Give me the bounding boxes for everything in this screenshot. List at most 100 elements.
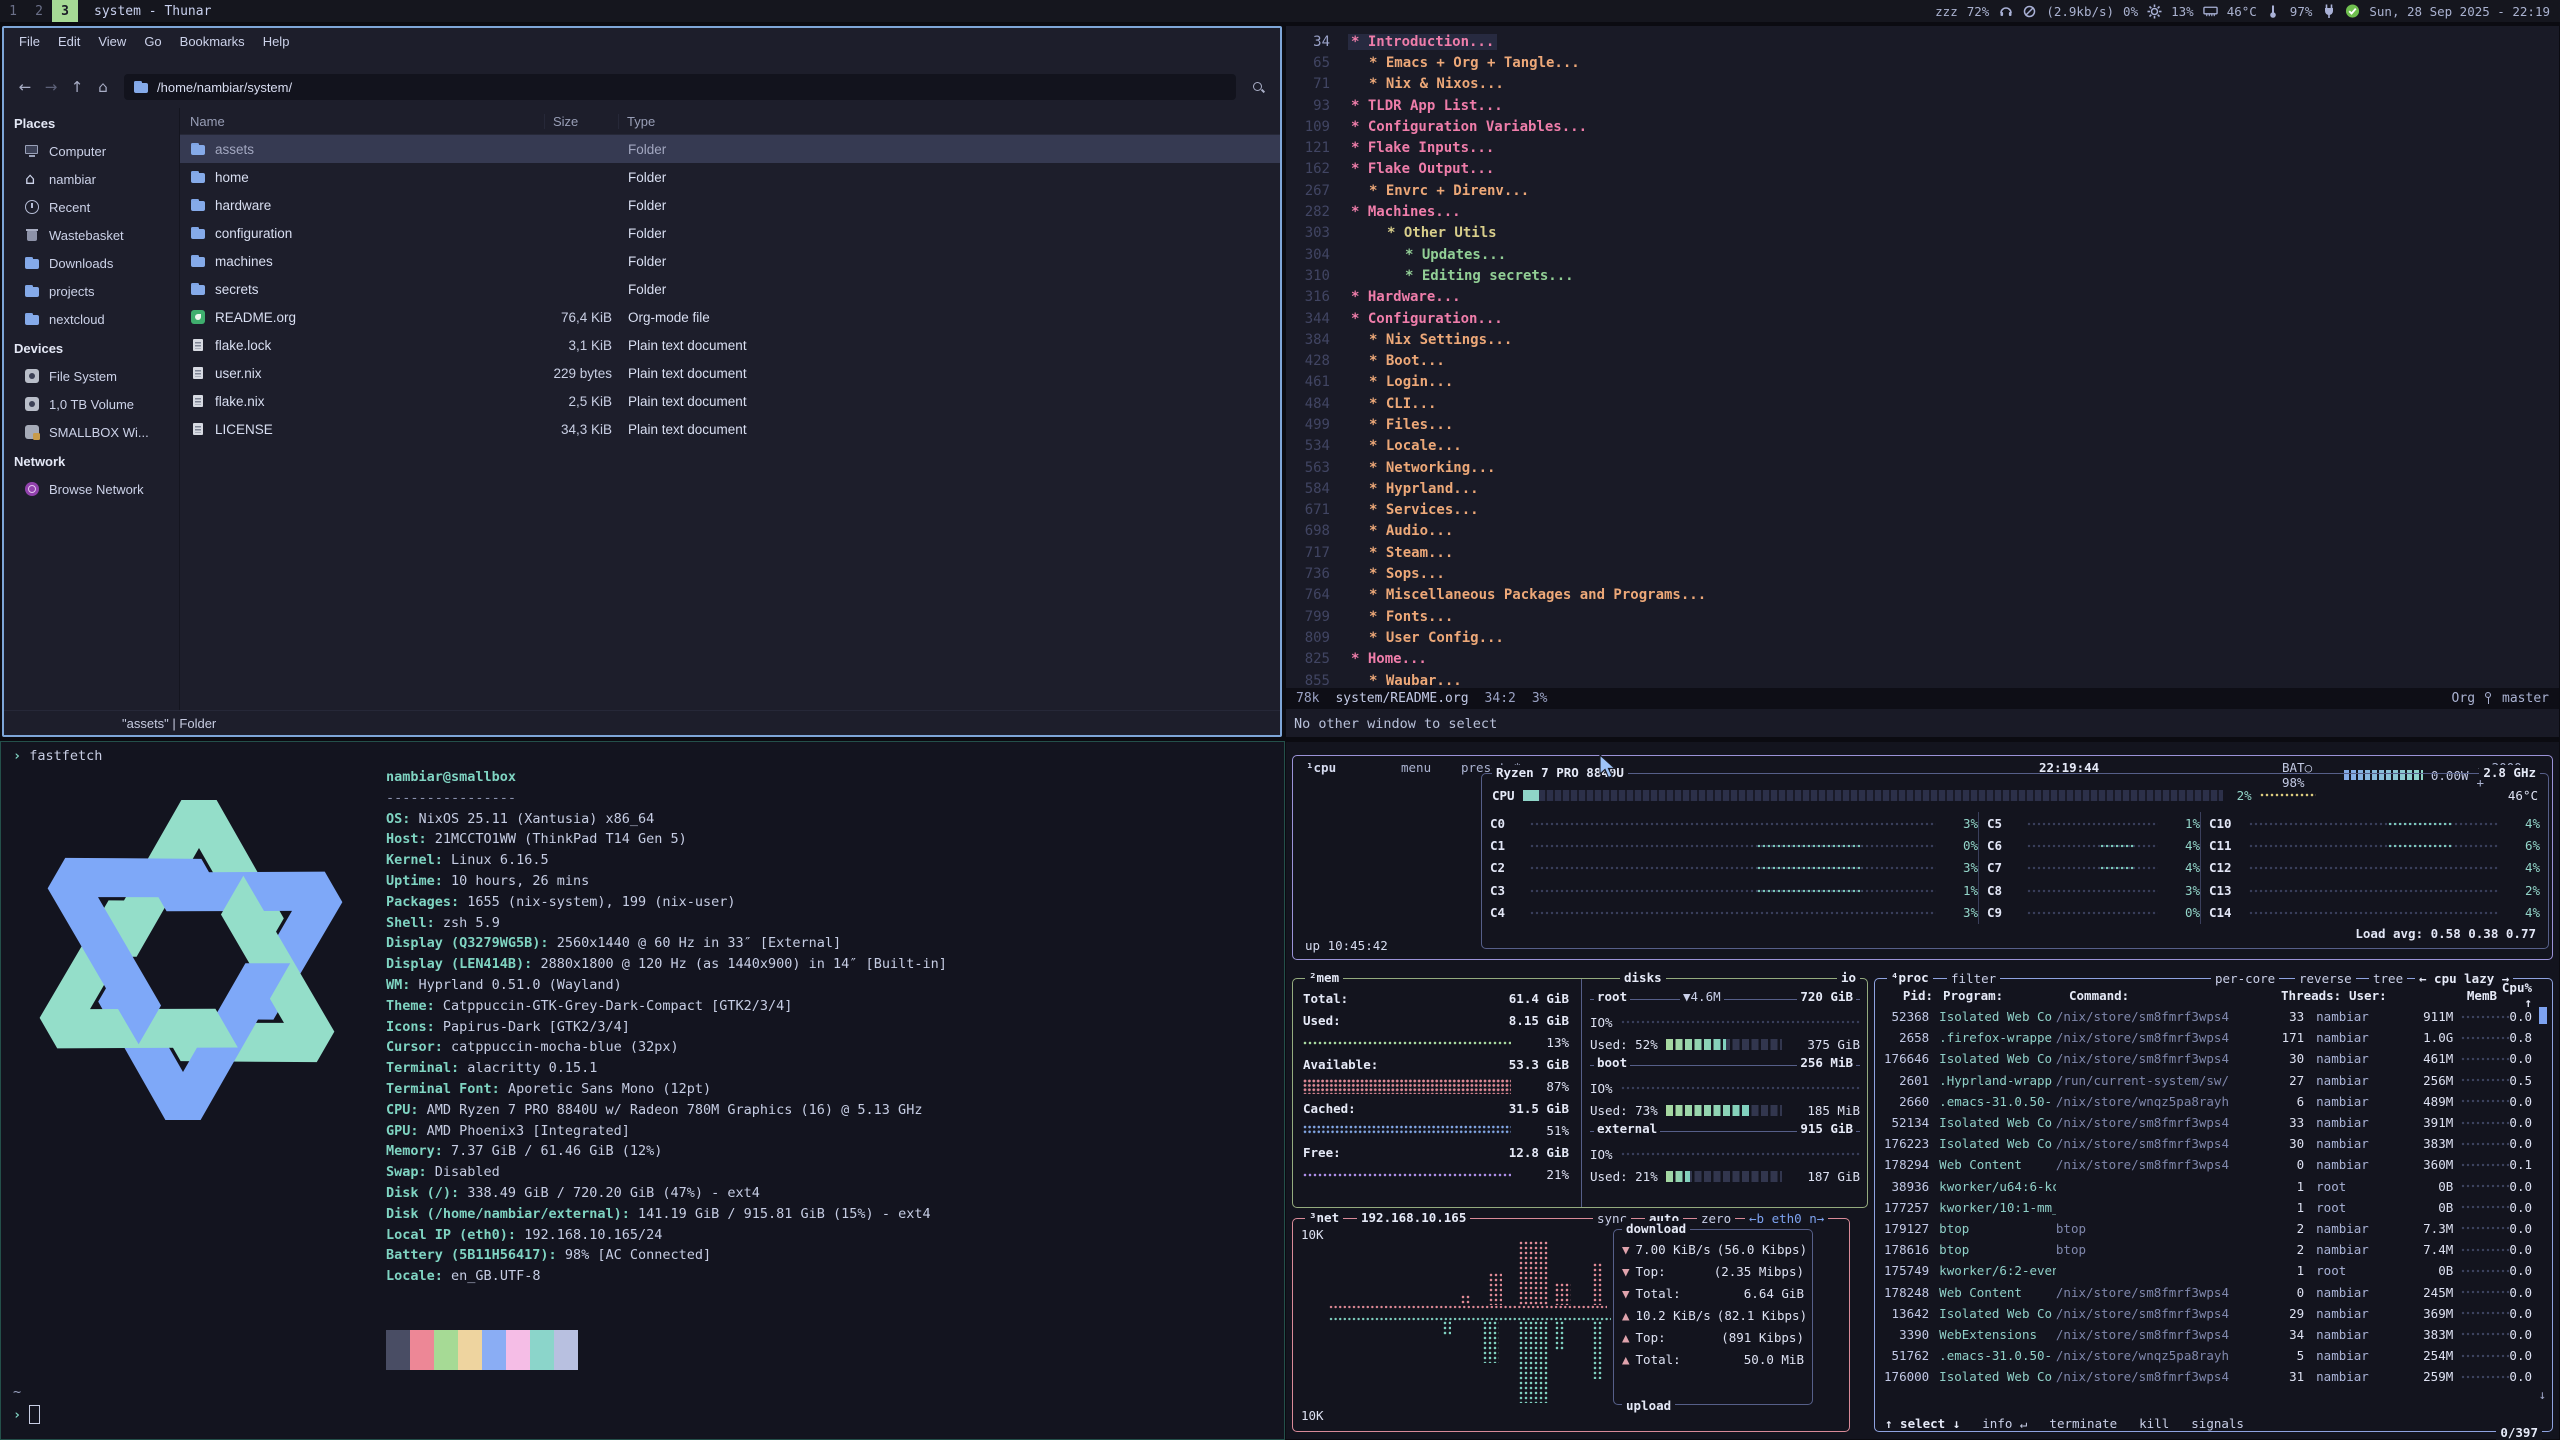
org-heading[interactable]: * CLI... xyxy=(1366,396,1439,412)
forward-button[interactable]: → xyxy=(38,78,64,96)
org-line[interactable]: 717 * Steam... xyxy=(1286,542,2559,563)
proc-tree-toggle[interactable]: tree xyxy=(2369,971,2407,986)
disks-title[interactable]: disks xyxy=(1620,970,1666,985)
org-heading[interactable]: * Home... xyxy=(1348,651,1430,667)
home-button[interactable]: ⌂ xyxy=(90,78,116,96)
proc-footer-hint[interactable]: terminate xyxy=(2045,1416,2121,1431)
process-row[interactable]: 2658 .firefox-wrappe /nix/store/sm8fmrf3… xyxy=(1881,1027,2546,1048)
org-line[interactable]: 428 * Boot... xyxy=(1286,350,2559,371)
col-program[interactable]: Program: xyxy=(1933,988,2069,1003)
org-line[interactable]: 384 * Nix Settings... xyxy=(1286,329,2559,350)
sidebar-item[interactable]: 1,0 TB Volume xyxy=(4,390,179,418)
current-path[interactable]: /home/nambiar/system/ xyxy=(157,80,292,95)
process-row[interactable]: 178294 Web Content /nix/store/sm8fmrf3wp… xyxy=(1881,1154,2546,1175)
check-icon[interactable] xyxy=(2345,4,2360,19)
file-row[interactable]: user.nix 229 bytes Plain text document xyxy=(180,359,1280,387)
org-heading[interactable]: * Miscellaneous Packages and Programs... xyxy=(1366,587,1709,603)
process-row[interactable]: 52368 Isolated Web Co /nix/store/sm8fmrf… xyxy=(1881,1006,2546,1027)
proc-footer-hint[interactable]: signals xyxy=(2187,1416,2248,1431)
plug-icon[interactable] xyxy=(2321,4,2336,19)
process-row[interactable]: 178248 Web Content /nix/store/sm8fmrf3wp… xyxy=(1881,1281,2546,1302)
proc-title[interactable]: ⁴proc xyxy=(1887,970,1933,985)
process-row[interactable]: 178616 btop btop 2 nambiar 7.4M 0.0 xyxy=(1881,1239,2546,1260)
org-line[interactable]: 809 * User Config... xyxy=(1286,627,2559,648)
proc-scrollbar[interactable] xyxy=(2539,1007,2547,1024)
col-pid[interactable]: Pid: xyxy=(1881,988,1933,1003)
org-line[interactable]: 316 * Hardware... xyxy=(1286,287,2559,308)
org-line[interactable]: 698 * Audio... xyxy=(1286,521,2559,542)
sidebar-item[interactable]: SMALLBOX Wi... xyxy=(4,418,179,446)
scroll-down-indicator[interactable]: ↓ xyxy=(2538,1387,2546,1402)
org-line[interactable]: 484 * CLI... xyxy=(1286,393,2559,414)
net-interface-switch[interactable]: ←b eth0 n→ xyxy=(1745,1211,1828,1226)
org-heading[interactable]: * Introduction... xyxy=(1348,34,1497,50)
io-toggle[interactable]: io xyxy=(1837,970,1860,985)
proc-filter[interactable]: filter xyxy=(1947,971,2000,986)
headphones-icon[interactable] xyxy=(1998,4,2013,19)
sidebar-item[interactable]: Computer xyxy=(4,137,179,165)
org-heading[interactable]: * Boot... xyxy=(1366,353,1448,369)
proc-percore-toggle[interactable]: per-core xyxy=(2211,971,2279,986)
org-line[interactable]: 310 * Editing secrets... xyxy=(1286,265,2559,286)
org-heading[interactable]: * Services... xyxy=(1366,502,1482,518)
org-line[interactable]: 344 * Configuration... xyxy=(1286,308,2559,329)
process-row[interactable]: 52134 Isolated Web Co /nix/store/sm8fmrf… xyxy=(1881,1112,2546,1133)
org-heading[interactable]: * Editing secrets... xyxy=(1402,268,1577,284)
sidebar-item[interactable]: nextcloud xyxy=(4,305,179,333)
menu-item[interactable]: File xyxy=(10,34,49,49)
org-heading[interactable]: * Files... xyxy=(1366,417,1456,433)
menu-item[interactable]: Help xyxy=(254,34,299,49)
back-button[interactable]: ← xyxy=(12,78,38,96)
sidebar-item[interactable]: Wastebasket xyxy=(4,221,179,249)
file-row[interactable]: README.org 76,4 KiB Org-mode file xyxy=(180,303,1280,331)
workspace-button[interactable]: 1 xyxy=(0,0,26,22)
file-row[interactable]: configuration Folder xyxy=(180,219,1280,247)
org-heading[interactable]: * Configuration Variables... xyxy=(1348,119,1590,135)
col-command[interactable]: Command: xyxy=(2069,988,2281,1003)
org-heading[interactable]: * Fonts... xyxy=(1366,609,1456,625)
shell-prompt-bottom[interactable]: › xyxy=(13,1405,40,1424)
process-row[interactable]: 175749 kworker/6:2-even 1 root 0B 0.0 xyxy=(1881,1260,2546,1281)
org-heading[interactable]: * Nix & Nixos... xyxy=(1366,76,1507,92)
org-heading[interactable]: * Nix Settings... xyxy=(1366,332,1515,348)
org-line[interactable]: 584 * Hyprland... xyxy=(1286,478,2559,499)
column-size[interactable]: Size xyxy=(544,114,618,129)
org-line[interactable]: 563 * Networking... xyxy=(1286,457,2559,478)
major-mode[interactable]: Org xyxy=(2452,691,2475,706)
process-row[interactable]: 38936 kworker/u64:6-kc 1 root 0B 0.0 xyxy=(1881,1176,2546,1197)
sidebar-item[interactable]: Browse Network xyxy=(4,475,179,503)
sidebar-item[interactable]: nambiar xyxy=(4,165,179,193)
org-line[interactable]: 534 * Locale... xyxy=(1286,436,2559,457)
org-line[interactable]: 736 * Sops... xyxy=(1286,563,2559,584)
battery-value[interactable]: 97% xyxy=(2290,4,2313,19)
process-row[interactable]: 2660 .emacs-31.0.50- /nix/store/wnqz5pa8… xyxy=(1881,1091,2546,1112)
buffer-name[interactable]: system/README.org xyxy=(1335,691,1468,706)
org-line[interactable]: 65 * Emacs + Org + Tangle... xyxy=(1286,52,2559,73)
menu-item[interactable]: Edit xyxy=(49,34,89,49)
up-button[interactable]: ↑ xyxy=(64,78,90,96)
org-line[interactable]: 671 * Services... xyxy=(1286,500,2559,521)
org-heading[interactable]: * TLDR App List... xyxy=(1348,98,1506,114)
git-branch[interactable]: master xyxy=(2502,691,2549,706)
org-heading[interactable]: * Machines... xyxy=(1348,204,1464,220)
org-heading[interactable]: * Other Utils xyxy=(1384,225,1500,241)
file-row[interactable]: LICENSE 34,3 KiB Plain text document xyxy=(180,415,1280,443)
org-heading[interactable]: * Flake Output... xyxy=(1348,161,1497,177)
org-line[interactable]: 267 * Envrc + Direnv... xyxy=(1286,180,2559,201)
process-row[interactable]: 176000 Isolated Web Co /nix/store/sm8fmr… xyxy=(1881,1366,2546,1387)
sidebar-item[interactable]: File System xyxy=(4,362,179,390)
cpu-usage-value[interactable]: 0% xyxy=(2123,4,2138,19)
process-row[interactable]: 176223 Isolated Web Co /nix/store/sm8fmr… xyxy=(1881,1133,2546,1154)
proc-footer-hint[interactable]: info ↵ xyxy=(1978,1416,2031,1431)
file-row[interactable]: flake.nix 2,5 KiB Plain text document xyxy=(180,387,1280,415)
clock[interactable]: Sun, 28 Sep 2025 - 22:19 xyxy=(2369,4,2550,19)
col-threads[interactable]: Threads: xyxy=(2281,988,2337,1003)
org-heading[interactable]: * Emacs + Org + Tangle... xyxy=(1366,55,1583,71)
path-bar[interactable]: /home/nambiar/system/ xyxy=(124,74,1236,100)
org-heading[interactable]: * Waubar... xyxy=(1366,673,1465,689)
file-row[interactable]: secrets Folder xyxy=(180,275,1280,303)
process-row[interactable]: 51762 .emacs-31.0.50- /nix/store/wnqz5pa… xyxy=(1881,1345,2546,1366)
workspace-button[interactable]: 2 xyxy=(26,0,52,22)
sidebar-item[interactable]: Downloads xyxy=(4,249,179,277)
temperature-value[interactable]: 46°C xyxy=(2227,4,2257,19)
